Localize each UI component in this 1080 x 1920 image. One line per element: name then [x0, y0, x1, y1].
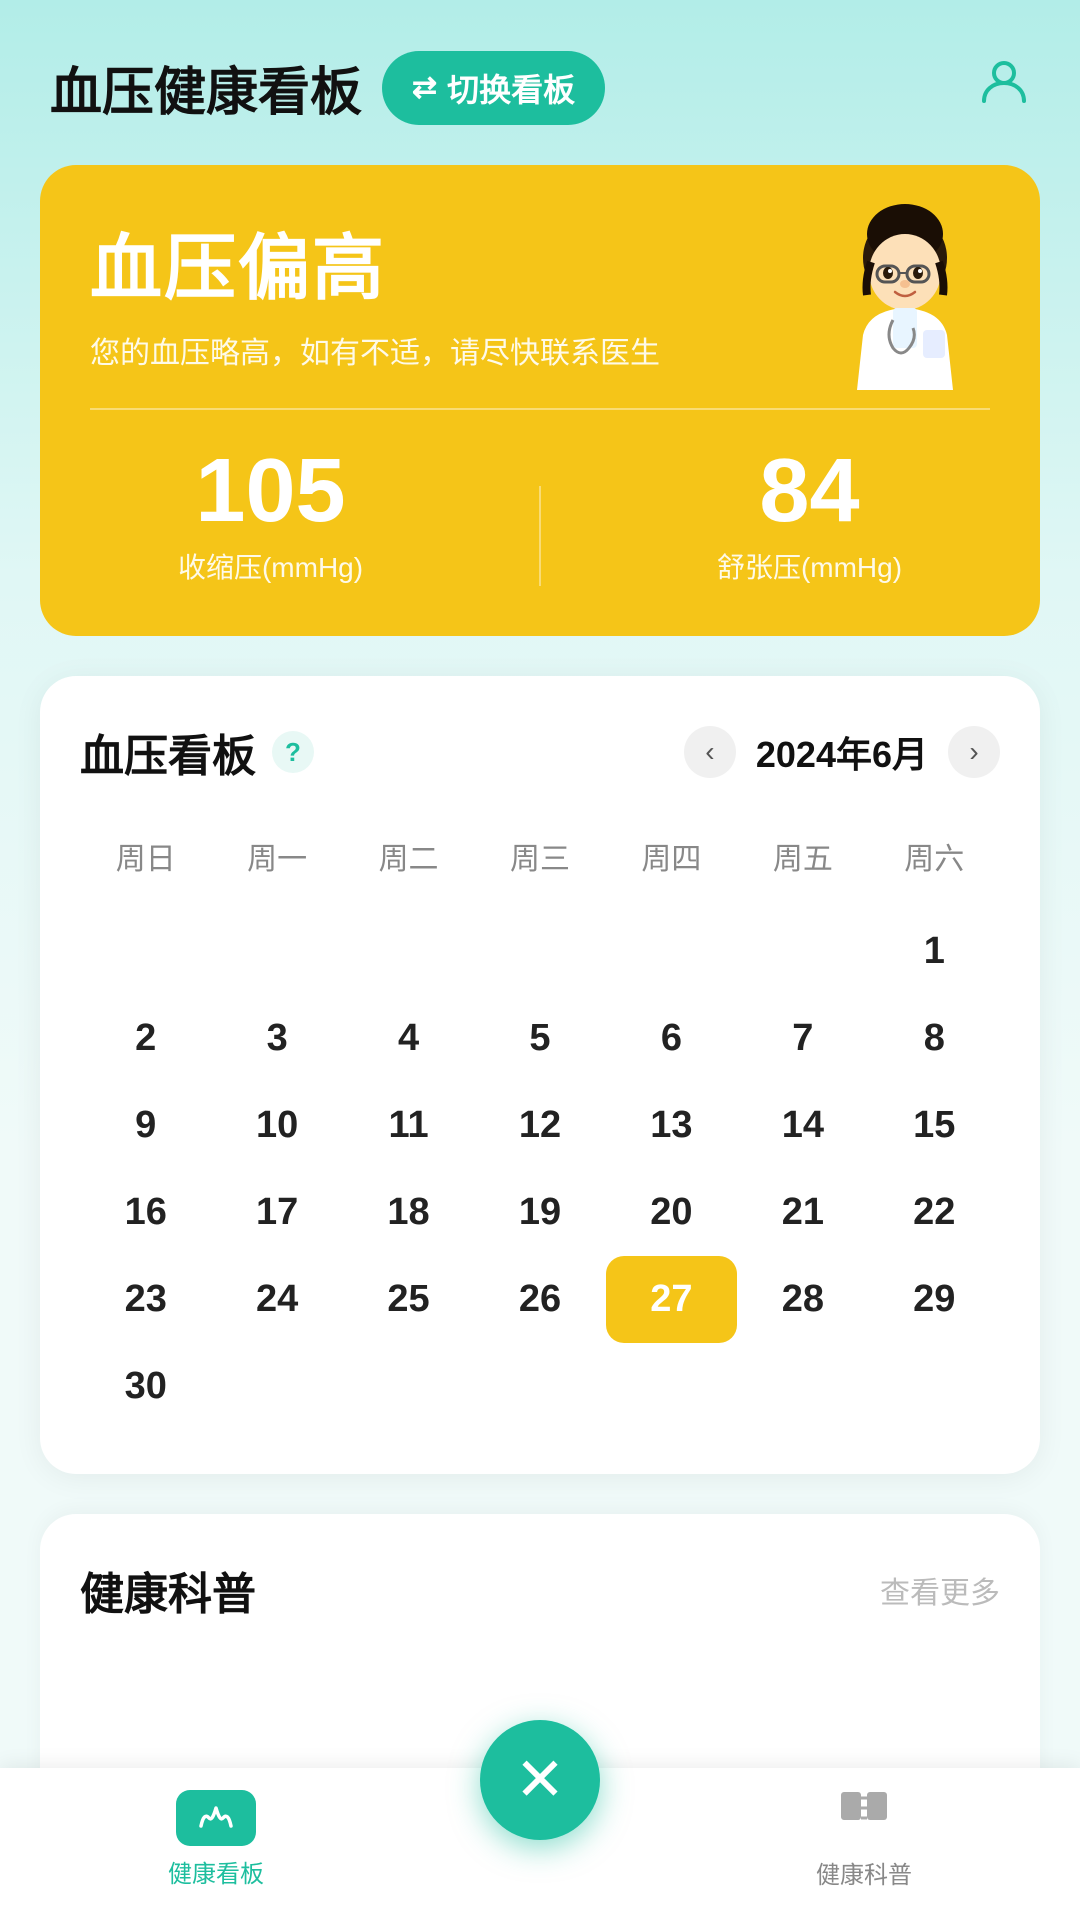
calendar-day[interactable]: 13 [606, 1082, 737, 1169]
app-title: 血压健康看板 [50, 50, 362, 125]
bp-status-card: 血压偏高 您的血压略高，如有不适，请尽快联系医生 [40, 165, 1040, 636]
bp-card-top: 血压偏高 您的血压略高，如有不适，请尽快联系医生 [90, 209, 990, 372]
calendar-header: 血压看板 ? ‹ 2024年6月 › [80, 720, 1000, 784]
calendar-day[interactable]: 18 [343, 1169, 474, 1256]
calendar-day[interactable]: 30 [80, 1343, 211, 1430]
calendar-day[interactable]: 17 [211, 1169, 342, 1256]
systolic-value: 105 [178, 446, 363, 536]
health-header: 健康科普 查看更多 [80, 1558, 1000, 1622]
bp-status-label: 血压偏高 [90, 209, 660, 314]
calendar-day [211, 1343, 342, 1430]
user-avatar-icon[interactable] [978, 55, 1030, 120]
calendar-day[interactable]: 26 [474, 1256, 605, 1343]
calendar-weekday: 周六 [869, 824, 1000, 908]
calendar-day[interactable]: 20 [606, 1169, 737, 1256]
diastolic-value: 84 [717, 446, 902, 536]
calendar-day[interactable]: 27 [606, 1256, 737, 1343]
calendar-weekday: 周五 [737, 824, 868, 908]
calendar-title: 血压看板 [80, 720, 256, 784]
doctor-figure [800, 185, 1010, 395]
health-board-icon-bg [176, 1790, 256, 1846]
calendar-day[interactable]: 16 [80, 1169, 211, 1256]
calendar-day[interactable]: 2 [80, 995, 211, 1082]
calendar-day [606, 908, 737, 995]
bp-values-row: 105 收缩压(mmHg) 84 舒张压(mmHg) [90, 446, 990, 586]
calendar-day[interactable]: 21 [737, 1169, 868, 1256]
month-nav: ‹ 2024年6月 › [684, 726, 1000, 778]
calendar-day [343, 908, 474, 995]
calendar-card: 血压看板 ? ‹ 2024年6月 › 周日周一周二周三周四周五周六1234567… [40, 676, 1040, 1474]
calendar-day[interactable]: 7 [737, 995, 868, 1082]
help-icon[interactable]: ? [272, 731, 314, 773]
calendar-day[interactable]: 1 [869, 908, 1000, 995]
calendar-day[interactable]: 24 [211, 1256, 342, 1343]
calendar-day[interactable]: 11 [343, 1082, 474, 1169]
calendar-day [737, 908, 868, 995]
calendar-title-row: 血压看板 ? [80, 720, 314, 784]
calendar-weekday: 周日 [80, 824, 211, 908]
fab-icon: ✕ [515, 1745, 565, 1815]
app-header: 血压健康看板 ⇄ 切换看板 [0, 0, 1080, 155]
switch-label: 切换看板 [447, 65, 575, 111]
bp-text-block: 血压偏高 您的血压略高，如有不适，请尽快联系医生 [90, 209, 660, 372]
calendar-weekday: 周四 [606, 824, 737, 908]
calendar-day[interactable]: 25 [343, 1256, 474, 1343]
calendar-day [869, 1343, 1000, 1430]
calendar-day [80, 908, 211, 995]
switch-board-button[interactable]: ⇄ 切换看板 [382, 51, 605, 125]
calendar-day [211, 908, 342, 995]
calendar-day[interactable]: 14 [737, 1082, 868, 1169]
calendar-day[interactable]: 9 [80, 1082, 211, 1169]
calendar-weekday: 周二 [343, 824, 474, 908]
diastolic-label: 舒张压(mmHg) [717, 546, 902, 586]
systolic-group: 105 收缩压(mmHg) [178, 446, 363, 586]
calendar-day[interactable]: 10 [211, 1082, 342, 1169]
prev-month-button[interactable]: ‹ [684, 726, 736, 778]
calendar-day[interactable]: 6 [606, 995, 737, 1082]
calendar-day[interactable]: 8 [869, 995, 1000, 1082]
calendar-day [474, 908, 605, 995]
calendar-day[interactable]: 19 [474, 1169, 605, 1256]
bp-subtitle-text: 您的血压略高，如有不适，请尽快联系医生 [90, 328, 660, 372]
systolic-label: 收缩压(mmHg) [178, 546, 363, 586]
calendar-day[interactable]: 29 [869, 1256, 1000, 1343]
nav-item-health-board[interactable]: 健康看板 [0, 1790, 432, 1889]
fab-close-button[interactable]: ✕ [480, 1720, 600, 1840]
calendar-day[interactable]: 5 [474, 995, 605, 1082]
health-title: 健康科普 [80, 1558, 256, 1622]
calendar-day [474, 1343, 605, 1430]
calendar-weekday: 周三 [474, 824, 605, 908]
calendar-day[interactable]: 12 [474, 1082, 605, 1169]
switch-icon: ⇄ [412, 70, 437, 105]
nav-item-health-science[interactable]: 健康科普 [648, 1788, 1080, 1890]
view-more-link[interactable]: 查看更多 [880, 1568, 1000, 1612]
diastolic-group: 84 舒张压(mmHg) [717, 446, 902, 586]
calendar-grid: 周日周一周二周三周四周五周六12345678910111213141516171… [80, 824, 1000, 1430]
calendar-day[interactable]: 22 [869, 1169, 1000, 1256]
calendar-weekday: 周一 [211, 824, 342, 908]
next-month-button[interactable]: › [948, 726, 1000, 778]
calendar-day[interactable]: 4 [343, 995, 474, 1082]
month-label: 2024年6月 [756, 726, 928, 778]
calendar-day[interactable]: 28 [737, 1256, 868, 1343]
nav-label-health-science: 健康科普 [816, 1855, 912, 1890]
calendar-day[interactable]: 15 [869, 1082, 1000, 1169]
health-science-icon [837, 1788, 891, 1847]
calendar-day[interactable]: 23 [80, 1256, 211, 1343]
calendar-day[interactable]: 3 [211, 995, 342, 1082]
bp-card-divider [90, 408, 990, 410]
calendar-day [606, 1343, 737, 1430]
calendar-day [737, 1343, 868, 1430]
bp-values-divider [539, 486, 541, 586]
nav-label-health-board: 健康看板 [168, 1854, 264, 1889]
calendar-day [343, 1343, 474, 1430]
